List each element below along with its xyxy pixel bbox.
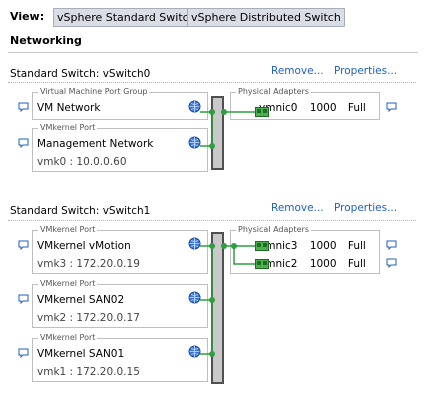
globe-icon[interactable] <box>188 100 201 113</box>
port-group-vm-network[interactable]: Virtual Machine Port Group VM Network <box>32 87 208 120</box>
globe-icon[interactable] <box>188 136 201 149</box>
port-group-management-network[interactable]: VMkernel Port Management Network vmk0 : … <box>32 123 208 172</box>
speech-bubble-icon[interactable] <box>18 240 29 250</box>
adapter-speed: 1000 <box>309 240 337 252</box>
port-group-type-label: VMkernel Port <box>38 123 98 133</box>
vmkernel-ip: vmk2 : 172.20.0.17 <box>37 312 140 324</box>
globe-icon[interactable] <box>188 237 201 250</box>
adapter-duplex: Full <box>347 258 366 270</box>
adapter-vmnic3[interactable]: vmnic3 1000 Full <box>259 240 366 252</box>
speech-bubble-icon[interactable] <box>18 294 29 304</box>
view-label: View: <box>10 10 45 23</box>
port-group-name: VMkernel SAN01 <box>37 348 125 360</box>
vswitch1-switch-bar <box>211 232 224 384</box>
adapter-speed: 1000 <box>309 102 337 114</box>
speech-bubble-icon[interactable] <box>18 102 29 112</box>
port-group-vmkernel-san02[interactable]: VMkernel Port VMkernel SAN02 vmk2 : 172.… <box>32 279 208 328</box>
vswitch1-title: Standard Switch: vSwitch1 <box>10 205 151 217</box>
vswitch0-physical-adapters: Physical Adapters vmnic0 1000 Full <box>230 87 380 120</box>
port-group-name: VMkernel vMotion <box>37 240 131 252</box>
network-adapter-icon <box>255 241 269 251</box>
adapter-duplex: Full <box>347 240 366 252</box>
speech-bubble-icon[interactable] <box>386 258 397 268</box>
vswitch0-switch-bar <box>211 96 224 170</box>
networking-title: Networking <box>10 34 82 47</box>
port-group-vmkernel-san01[interactable]: VMkernel Port VMkernel SAN01 vmk1 : 172.… <box>32 333 208 382</box>
vswitch1-divider <box>8 220 416 221</box>
vswitch1-properties-link[interactable]: Properties... <box>334 202 397 214</box>
port-group-type-label: VMkernel Port <box>38 225 98 235</box>
vswitch0-properties-link[interactable]: Properties... <box>334 65 397 77</box>
globe-icon[interactable] <box>188 345 201 358</box>
vmkernel-ip: vmk0 : 10.0.0.60 <box>37 156 127 168</box>
view-distributed-switch-button[interactable]: vSphere Distributed Switch <box>187 8 345 27</box>
adapter-duplex: Full <box>347 102 366 114</box>
vmkernel-ip: vmk1 : 172.20.0.15 <box>37 366 140 378</box>
speech-bubble-icon[interactable] <box>18 138 29 148</box>
section-divider <box>8 52 418 53</box>
port-group-name: VMkernel SAN02 <box>37 294 125 306</box>
port-group-type-label: VMkernel Port <box>38 279 98 289</box>
port-group-type-label: Virtual Machine Port Group <box>38 87 150 97</box>
vswitch0-divider <box>8 82 416 83</box>
network-adapter-icon <box>255 107 269 117</box>
vswitch0-remove-link[interactable]: Remove... <box>271 65 324 77</box>
physical-adapters-label: Physical Adapters <box>236 87 311 97</box>
vmkernel-ip: vmk3 : 172.20.0.19 <box>37 258 140 270</box>
physical-adapters-label: Physical Adapters <box>236 225 311 235</box>
port-group-name: Management Network <box>37 138 154 150</box>
speech-bubble-icon[interactable] <box>386 240 397 250</box>
adapter-speed: 1000 <box>309 258 337 270</box>
port-group-vmkernel-vmotion[interactable]: VMkernel Port VMkernel vMotion vmk3 : 17… <box>32 225 208 274</box>
vswitch0-title: Standard Switch: vSwitch0 <box>10 68 151 80</box>
port-group-name: VM Network <box>37 102 101 114</box>
view-standard-switch-button[interactable]: vSphere Standard Switch <box>53 8 200 27</box>
speech-bubble-icon[interactable] <box>386 102 397 112</box>
globe-icon[interactable] <box>188 291 201 304</box>
vswitch1-remove-link[interactable]: Remove... <box>271 202 324 214</box>
speech-bubble-icon[interactable] <box>18 348 29 358</box>
adapter-vmnic2[interactable]: vmnic2 1000 Full <box>259 258 366 270</box>
port-group-type-label: VMkernel Port <box>38 333 98 343</box>
network-adapter-icon <box>255 259 269 269</box>
adapter-vmnic0[interactable]: vmnic0 1000 Full <box>259 102 366 114</box>
vswitch1-physical-adapters: Physical Adapters vmnic3 1000 Full vmnic… <box>230 225 380 274</box>
